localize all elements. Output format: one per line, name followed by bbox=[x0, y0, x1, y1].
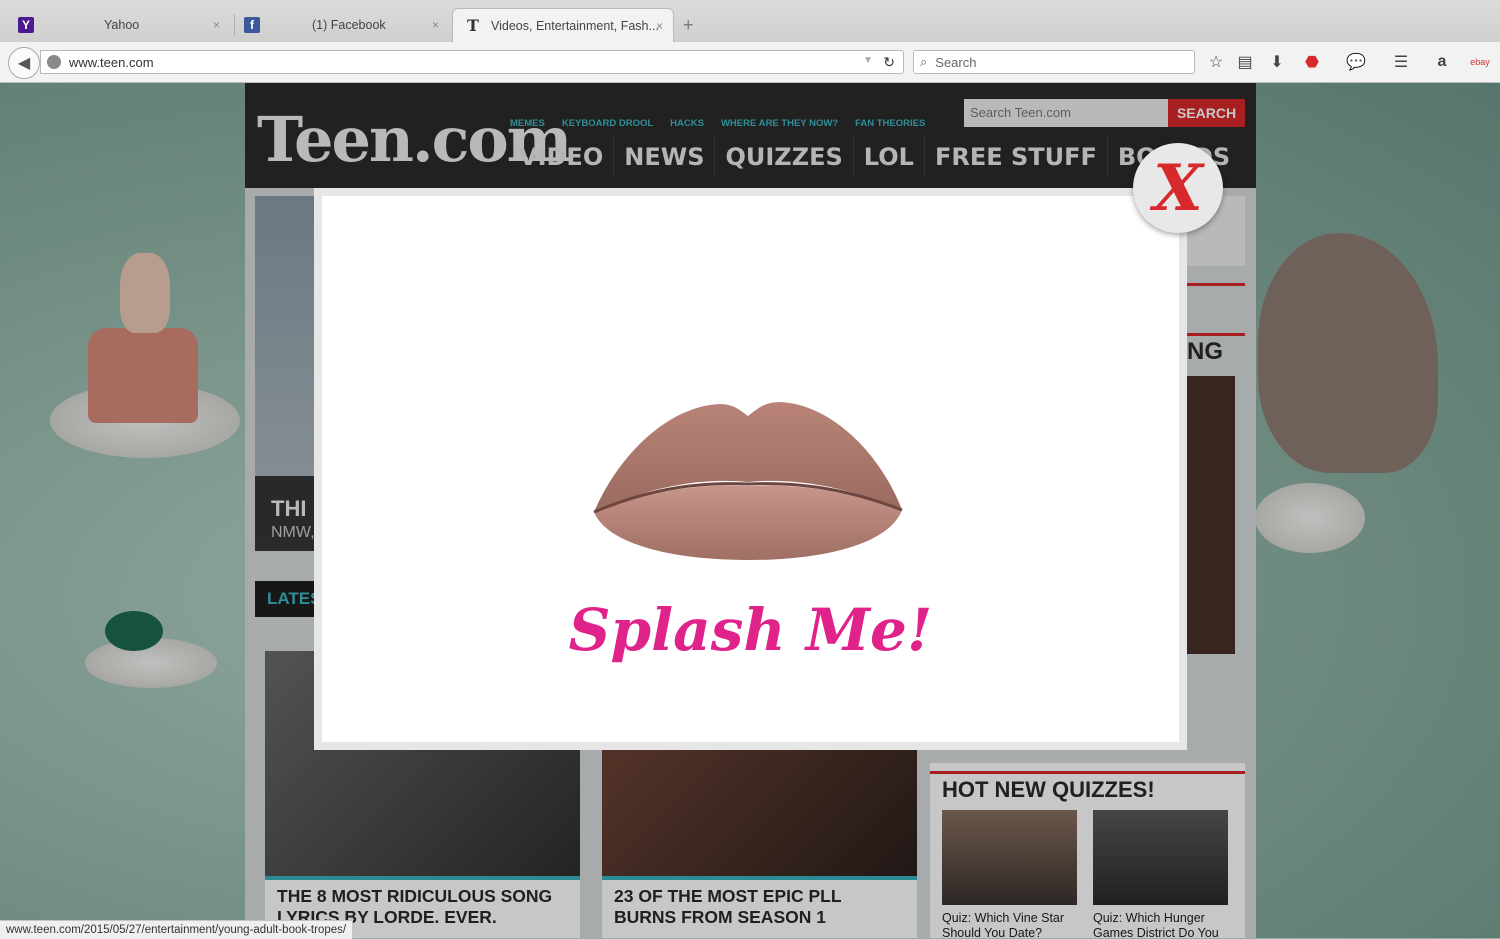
browser-tab-bar: Y Yahoo × f (1) Facebook × T Videos, Ent… bbox=[0, 0, 1500, 43]
reading-list-icon[interactable]: ▤ bbox=[1235, 52, 1255, 72]
tab-label: (1) Facebook bbox=[312, 18, 386, 32]
close-modal-button[interactable]: X bbox=[1133, 143, 1223, 233]
new-tab-button[interactable]: + bbox=[683, 15, 694, 36]
tab-yahoo[interactable]: Y Yahoo × bbox=[18, 8, 230, 42]
tab-label: Yahoo bbox=[104, 18, 140, 32]
close-tab-icon[interactable]: × bbox=[432, 18, 439, 32]
adblock-icon[interactable]: ⬣ bbox=[1302, 52, 1322, 72]
bookmark-star-icon[interactable]: ☆ bbox=[1206, 52, 1226, 72]
menu-icon[interactable]: ☰ bbox=[1391, 52, 1411, 72]
splash-modal: Splash Me! bbox=[314, 188, 1187, 750]
back-arrow-icon: ◀ bbox=[17, 55, 31, 72]
close-tab-icon[interactable]: × bbox=[213, 18, 220, 32]
yahoo-icon: Y bbox=[18, 17, 34, 33]
tab-teen[interactable]: T Videos, Entertainment, Fash... × bbox=[452, 8, 674, 42]
back-button[interactable]: ◀ bbox=[8, 47, 40, 79]
facebook-icon: f bbox=[244, 17, 260, 33]
splash-me-text[interactable]: Splash Me! bbox=[322, 596, 1179, 664]
search-placeholder: Search bbox=[935, 54, 977, 70]
download-icon[interactable]: ⬇ bbox=[1267, 52, 1287, 72]
ebay-icon[interactable]: ebay bbox=[1470, 52, 1490, 72]
teen-icon: T bbox=[467, 16, 479, 35]
status-bar-url: www.teen.com/2015/05/27/entertainment/yo… bbox=[0, 920, 354, 939]
url-text[interactable]: www.teen.com bbox=[69, 55, 154, 70]
modal-body: Splash Me! bbox=[322, 196, 1179, 742]
tab-separator bbox=[234, 14, 235, 36]
dropdown-arrow-icon[interactable]: ▼ bbox=[863, 55, 873, 66]
close-tab-icon[interactable]: × bbox=[656, 19, 663, 33]
chat-icon[interactable]: 💬 bbox=[1346, 52, 1366, 72]
globe-icon bbox=[47, 55, 61, 69]
reload-icon[interactable]: ↻ bbox=[883, 54, 895, 71]
tab-facebook[interactable]: f (1) Facebook × bbox=[244, 8, 449, 42]
browser-nav-bar: www.teen.com ▼ ↻ ◀ ⌕ Search ☆ ▤ ⬇ ⬣ 💬 ☰ … bbox=[0, 42, 1500, 83]
tab-label: Videos, Entertainment, Fash... bbox=[491, 18, 659, 33]
browser-search-input[interactable]: ⌕ Search bbox=[913, 50, 1195, 74]
amazon-icon[interactable]: a bbox=[1432, 52, 1452, 72]
close-x-icon: X bbox=[1153, 150, 1203, 226]
search-icon: ⌕ bbox=[920, 54, 928, 69]
url-bar[interactable]: www.teen.com ▼ ↻ bbox=[40, 50, 904, 74]
lips-image[interactable] bbox=[590, 392, 906, 562]
